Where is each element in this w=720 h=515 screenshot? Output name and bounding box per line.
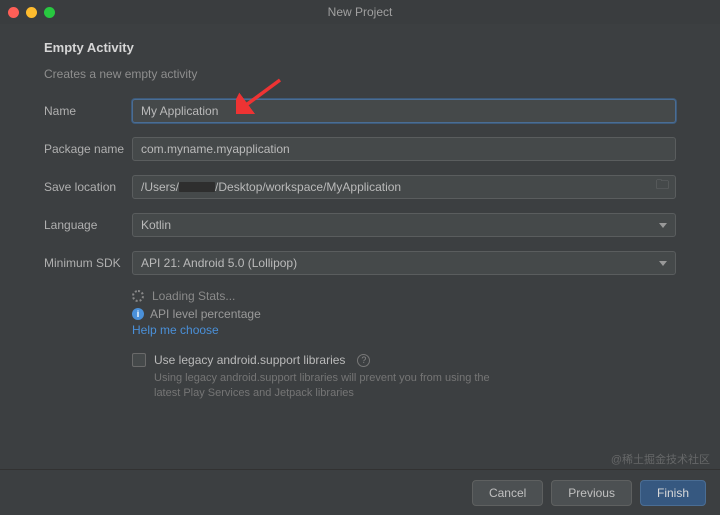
spinner-icon [132, 290, 144, 302]
watermark: @稀土掘金技术社区 [611, 451, 710, 467]
api-info-row: i API level percentage [132, 307, 676, 321]
label-name: Name [44, 104, 132, 118]
row-minsdk: Minimum SDK API 21: Android 5.0 (Lollipo… [44, 251, 676, 275]
minimize-icon[interactable] [26, 7, 37, 18]
language-select[interactable]: Kotlin [132, 213, 676, 237]
window-controls [8, 7, 55, 18]
name-input-wrap[interactable] [132, 99, 676, 123]
label-language: Language [44, 218, 132, 232]
save-value-prefix: /Users/ [141, 180, 179, 194]
row-language: Language Kotlin [44, 213, 676, 237]
label-save: Save location [44, 180, 132, 194]
save-input-wrap[interactable]: /Users/ /Desktop/workspace/MyApplication… [132, 175, 676, 199]
dialog-content: Empty Activity Creates a new empty activ… [0, 24, 720, 402]
row-package: Package name [44, 137, 676, 161]
label-package: Package name [44, 142, 132, 156]
name-input[interactable] [141, 104, 667, 118]
page-subheading: Creates a new empty activity [44, 67, 676, 81]
browse-folder-icon[interactable]: 🗀 [656, 176, 669, 198]
package-input[interactable] [141, 142, 667, 156]
api-level-text: API level percentage [150, 307, 261, 321]
maximize-icon[interactable] [44, 7, 55, 18]
loading-text: Loading Stats... [152, 289, 235, 303]
legacy-checkbox-row: Use legacy android.support libraries ? [132, 353, 676, 367]
minsdk-select[interactable]: API 21: Android 5.0 (Lollipop) [132, 251, 676, 275]
minsdk-value: API 21: Android 5.0 (Lollipop) [141, 256, 297, 270]
save-value-suffix: /Desktop/workspace/MyApplication [215, 180, 401, 194]
finish-button[interactable]: Finish [640, 480, 706, 506]
close-icon[interactable] [8, 7, 19, 18]
redacted-user [179, 182, 215, 192]
help-icon[interactable]: ? [357, 354, 370, 367]
cancel-button[interactable]: Cancel [472, 480, 543, 506]
page-heading: Empty Activity [44, 40, 676, 55]
row-save: Save location /Users/ /Desktop/workspace… [44, 175, 676, 199]
language-value: Kotlin [141, 218, 171, 232]
legacy-checkbox[interactable] [132, 353, 146, 367]
stats-block: Loading Stats... i API level percentage … [132, 289, 676, 402]
info-icon: i [132, 308, 144, 320]
label-minsdk: Minimum SDK [44, 256, 132, 270]
loading-row: Loading Stats... [132, 289, 676, 303]
titlebar: New Project [0, 0, 720, 24]
footer: Cancel Previous Finish [0, 469, 720, 515]
help-me-choose-link[interactable]: Help me choose [132, 323, 676, 337]
legacy-label: Use legacy android.support libraries [154, 353, 345, 367]
window-title: New Project [328, 5, 393, 19]
previous-button[interactable]: Previous [551, 480, 632, 506]
row-name: Name [44, 99, 676, 123]
legacy-hint: Using legacy android.support libraries w… [154, 371, 494, 402]
package-input-wrap[interactable] [132, 137, 676, 161]
